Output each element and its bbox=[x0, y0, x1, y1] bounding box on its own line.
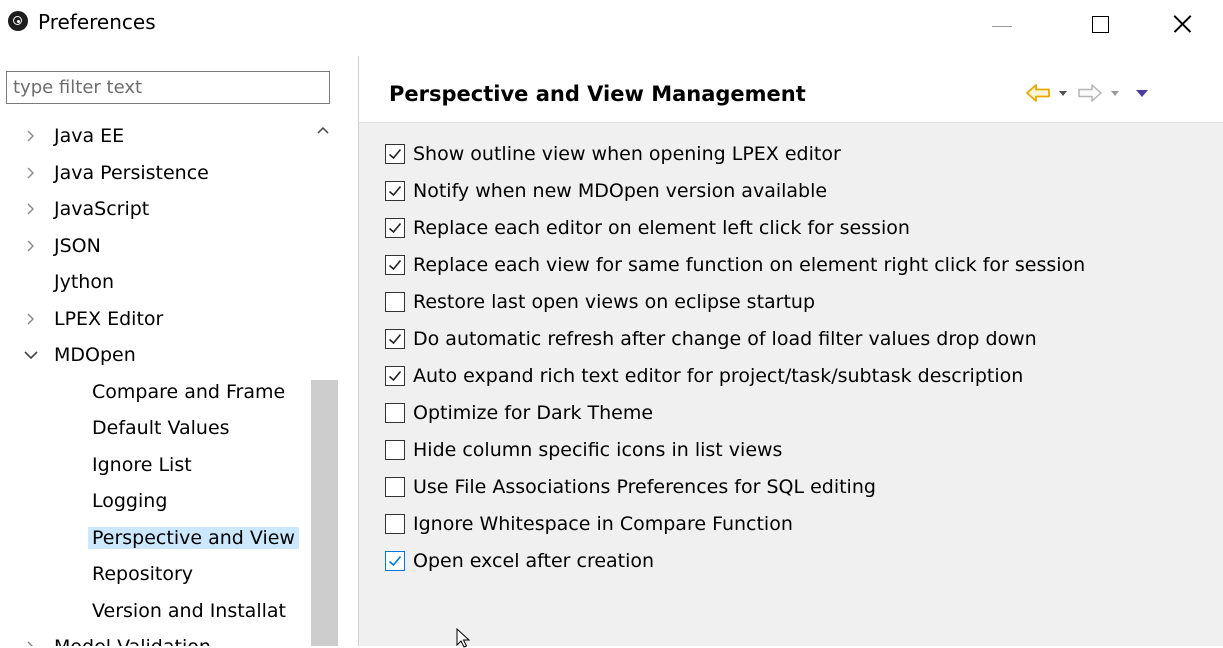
maximize-button[interactable] bbox=[1076, 6, 1122, 40]
tree-item[interactable]: Compare and Frame bbox=[92, 374, 285, 410]
tree-item[interactable]: LPEX Editor bbox=[27, 301, 164, 337]
tree-item[interactable]: Logging bbox=[92, 483, 167, 519]
chevron-right-icon[interactable] bbox=[24, 191, 38, 227]
option-row[interactable]: Restore last open views on eclipse start… bbox=[385, 284, 815, 320]
chevron-right-icon[interactable] bbox=[24, 629, 38, 646]
option-label: Use File Associations Preferences for SQ… bbox=[413, 476, 876, 498]
preference-page: Perspective and View Management Show out… bbox=[358, 56, 1223, 646]
option-label: Do automatic refresh after change of loa… bbox=[413, 328, 1037, 350]
option-row[interactable]: Open excel after creation bbox=[385, 543, 654, 579]
option-checkbox[interactable] bbox=[385, 218, 405, 238]
forward-arrow-icon[interactable] bbox=[1077, 82, 1103, 106]
option-label: Ignore Whitespace in Compare Function bbox=[413, 513, 793, 535]
option-checkbox[interactable] bbox=[385, 403, 405, 423]
tree-item-label: Jython bbox=[54, 271, 115, 293]
page-title: Perspective and View Management bbox=[389, 82, 806, 106]
option-label: Hide column specific icons in list views bbox=[413, 439, 783, 461]
option-label: Show outline view when opening LPEX edit… bbox=[413, 143, 841, 165]
option-label: Replace each view for same function on e… bbox=[413, 254, 1086, 276]
option-row[interactable]: Use File Associations Preferences for SQ… bbox=[385, 469, 876, 505]
tree-item-label: JavaScript bbox=[54, 198, 150, 220]
option-label: Optimize for Dark Theme bbox=[413, 402, 654, 424]
tree-item-label: Perspective and View bbox=[88, 526, 299, 549]
option-row[interactable]: Show outline view when opening LPEX edit… bbox=[385, 136, 841, 172]
preference-tree[interactable]: Java EE Java Persistence JavaScript JSON Jyt… bbox=[0, 118, 310, 646]
tree-item-label: MDOpen bbox=[54, 344, 136, 366]
option-row[interactable]: Auto expand rich text editor for project… bbox=[385, 358, 1023, 394]
scrollbar-thumb[interactable] bbox=[311, 380, 338, 646]
tree-item[interactable]: Jython bbox=[54, 264, 114, 300]
tree-item[interactable]: Default Values bbox=[92, 410, 230, 446]
back-dropdown-icon[interactable] bbox=[1057, 82, 1069, 106]
tree-item[interactable]: MDOpen bbox=[24, 337, 136, 373]
option-checkbox[interactable] bbox=[385, 292, 405, 312]
tree-item[interactable]: Perspective and View bbox=[88, 520, 299, 556]
scroll-up-icon[interactable] bbox=[310, 122, 337, 142]
option-row[interactable]: Notify when new MDOpen version available bbox=[385, 173, 827, 209]
option-checkbox[interactable] bbox=[385, 551, 405, 571]
tree-item-label: Java EE bbox=[54, 125, 125, 147]
tree-item-label: Java Persistence bbox=[54, 161, 209, 184]
tree-item-label: Model Validation bbox=[54, 636, 211, 646]
filter-input[interactable] bbox=[6, 71, 330, 104]
tree-item[interactable]: Java EE bbox=[27, 118, 125, 154]
tree-item-label: Repository bbox=[92, 563, 194, 585]
option-row[interactable]: Replace each view for same function on e… bbox=[385, 247, 1085, 283]
tree-item[interactable]: JavaScript bbox=[27, 191, 150, 227]
chevron-right-icon[interactable] bbox=[24, 155, 38, 191]
page-header: Perspective and View Management bbox=[359, 56, 1223, 123]
tree-item[interactable]: Repository bbox=[92, 556, 193, 592]
tree-item-label: Version and Installat bbox=[92, 599, 286, 622]
chevron-right-icon[interactable] bbox=[24, 118, 38, 154]
tree-item[interactable]: Model Validation bbox=[27, 629, 211, 646]
tree-item[interactable]: Java Persistence bbox=[27, 155, 209, 191]
tree-item-label: JSON bbox=[54, 234, 101, 257]
option-row[interactable]: Do automatic refresh after change of loa… bbox=[385, 321, 1037, 357]
option-row[interactable]: Hide column specific icons in list views bbox=[385, 432, 782, 468]
tree-item[interactable]: Version and Installat bbox=[92, 593, 286, 629]
title-bar: Preferences bbox=[0, 0, 1223, 46]
preference-tree-panel: Java EE Java Persistence JavaScript JSON Jyt… bbox=[0, 46, 345, 646]
option-row[interactable]: Replace each editor on element left clic… bbox=[385, 210, 910, 246]
tree-item-label: LPEX Editor bbox=[54, 307, 164, 330]
chevron-down-icon[interactable] bbox=[24, 337, 38, 373]
tree-item[interactable]: Ignore List bbox=[92, 447, 192, 483]
option-label: Notify when new MDOpen version available bbox=[413, 180, 828, 202]
chevron-right-icon[interactable] bbox=[24, 301, 38, 337]
option-checkbox[interactable] bbox=[385, 144, 405, 164]
option-label: Auto expand rich text editor for project… bbox=[413, 365, 1024, 387]
option-checkbox[interactable] bbox=[385, 514, 405, 534]
option-checkbox[interactable] bbox=[385, 440, 405, 460]
back-arrow-icon[interactable] bbox=[1025, 82, 1051, 106]
tree-item-label: Compare and Frame bbox=[92, 380, 286, 403]
option-checkbox[interactable] bbox=[385, 255, 405, 275]
option-label: Open excel after creation bbox=[413, 550, 655, 572]
tree-item-label: Default Values bbox=[92, 417, 230, 439]
forward-dropdown-icon[interactable] bbox=[1109, 82, 1121, 106]
chevron-right-icon[interactable] bbox=[24, 228, 38, 264]
window-title: Preferences bbox=[38, 10, 156, 34]
option-checkbox[interactable] bbox=[385, 181, 405, 201]
option-label: Restore last open views on eclipse start… bbox=[413, 291, 816, 313]
option-checkbox[interactable] bbox=[385, 366, 405, 386]
app-icon bbox=[8, 11, 28, 31]
option-checkbox[interactable] bbox=[385, 477, 405, 497]
mouse-cursor-icon bbox=[456, 628, 471, 648]
tree-item-label: Logging bbox=[92, 490, 168, 512]
close-button[interactable] bbox=[1160, 6, 1206, 40]
option-checkbox[interactable] bbox=[385, 329, 405, 349]
tree-item-label: Ignore List bbox=[92, 453, 192, 476]
view-menu-icon[interactable] bbox=[1135, 82, 1149, 106]
option-row[interactable]: Optimize for Dark Theme bbox=[385, 395, 653, 431]
option-row[interactable]: Ignore Whitespace in Compare Function bbox=[385, 506, 793, 542]
minimize-button[interactable] bbox=[980, 6, 1026, 40]
option-label: Replace each editor on element left clic… bbox=[413, 217, 910, 239]
tree-item[interactable]: JSON bbox=[27, 228, 101, 264]
